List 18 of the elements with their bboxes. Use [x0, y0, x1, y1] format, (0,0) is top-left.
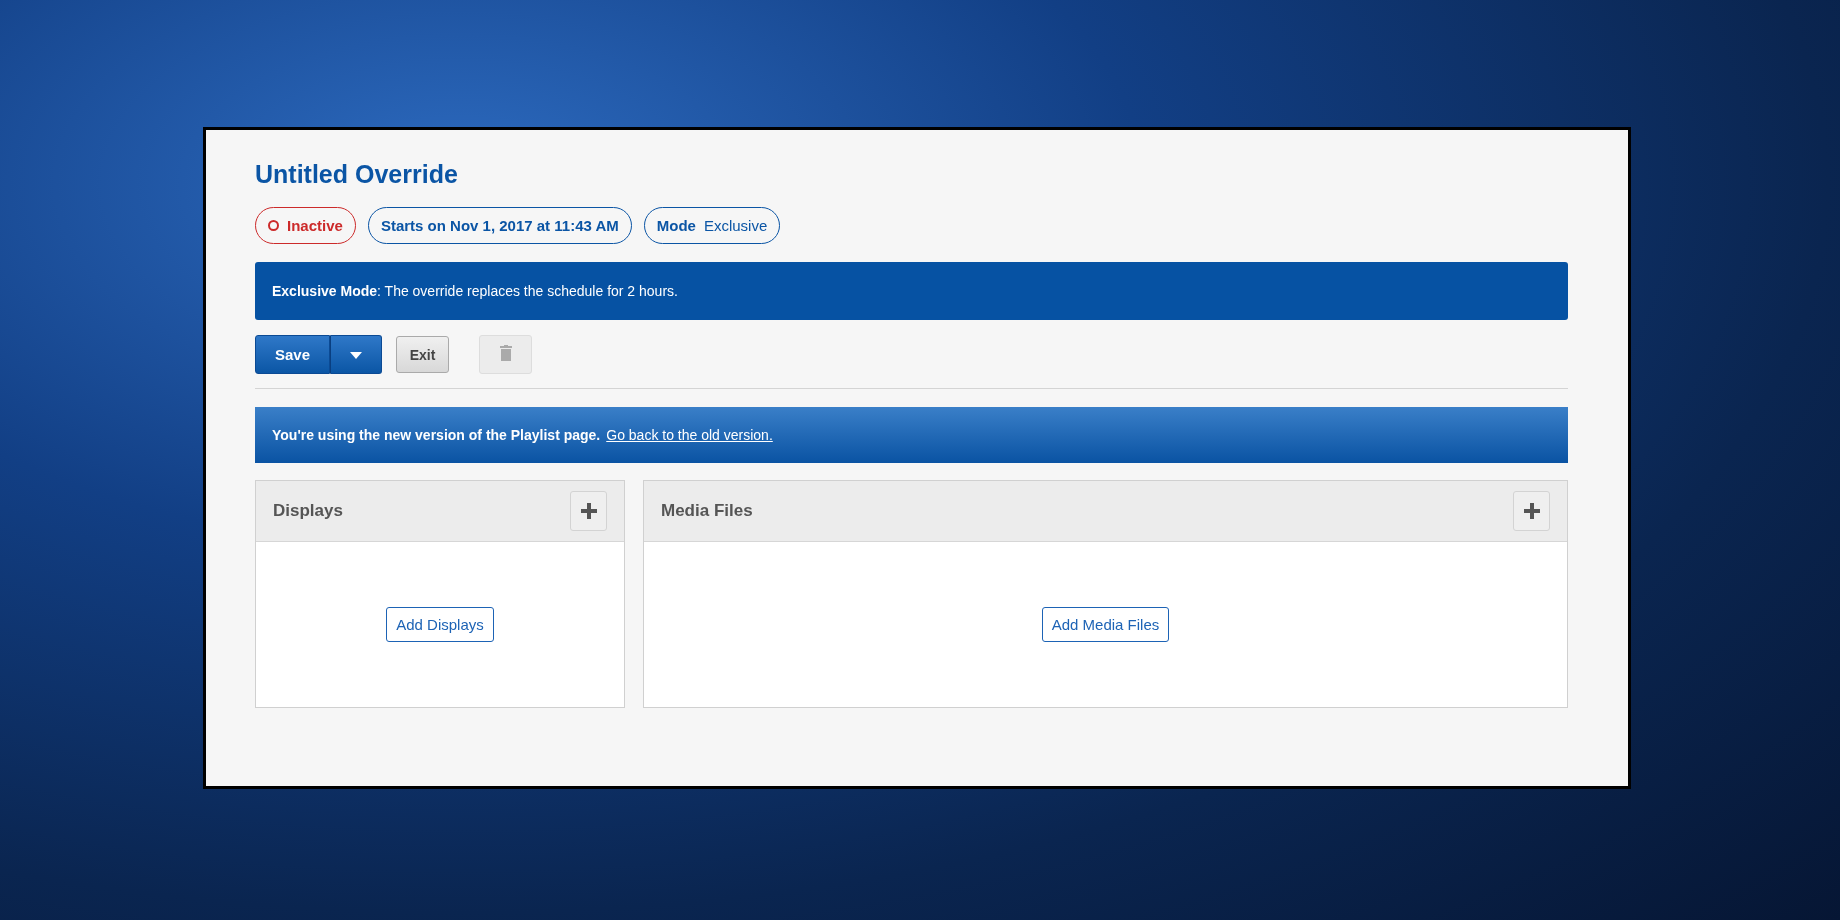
notice-text: You're using the new version of the Playlist page. [272, 427, 601, 443]
plus-icon [1523, 503, 1540, 519]
old-version-link[interactable]: Go back to the old version. [606, 427, 773, 443]
status-ring-icon [268, 220, 279, 231]
add-items-button[interactable]: Add Displays [386, 607, 494, 642]
caret-icon [350, 352, 362, 360]
add-button[interactable] [1513, 491, 1550, 531]
add-button[interactable] [570, 491, 607, 531]
panel-title: Displays [273, 501, 343, 521]
exit-button[interactable]: Exit [396, 336, 449, 373]
plus-icon [580, 503, 597, 519]
mode-description: Exclusive Mode: The override replaces the schedule for 2 hours. [272, 283, 678, 299]
save-options-button[interactable] [330, 335, 382, 374]
add-items-button[interactable]: Add Media Files [1041, 607, 1170, 642]
trash-icon [499, 345, 512, 361]
page-title: Untitled Override [255, 160, 459, 189]
panel-title: Media Files [661, 501, 753, 521]
save-button[interactable]: Save [255, 335, 330, 374]
